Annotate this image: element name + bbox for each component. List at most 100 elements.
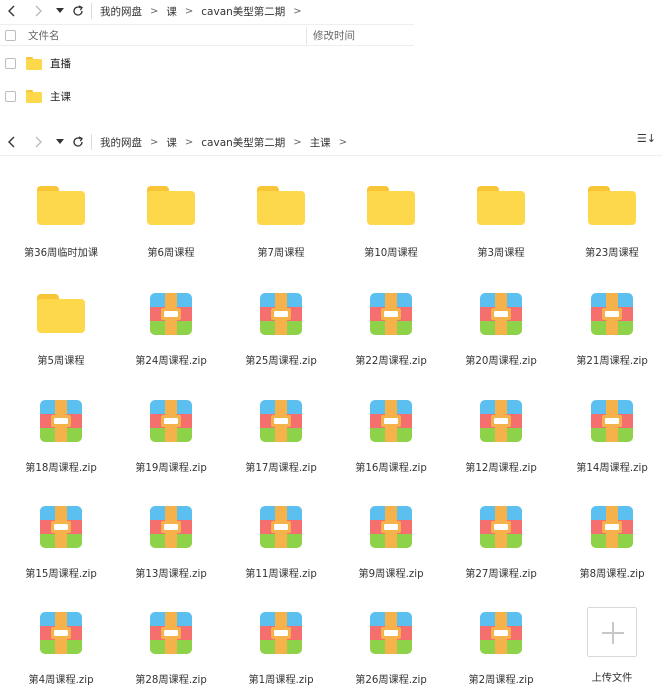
- select-all-checkbox[interactable]: [5, 29, 16, 41]
- grid-item-label: 第20周课程.zip: [465, 356, 537, 367]
- breadcrumb-arrow-icon[interactable]: >: [185, 137, 193, 148]
- breadcrumb-arrow-icon[interactable]: >: [150, 137, 158, 148]
- zip-archive-icon: [37, 397, 85, 445]
- history-button[interactable]: [51, 2, 69, 20]
- grid-item[interactable]: 第23周课程: [562, 178, 662, 278]
- zip-archive-icon: [257, 290, 305, 338]
- breadcrumb-arrow-icon[interactable]: >: [185, 6, 193, 17]
- grid-item[interactable]: 第22周课程.zip: [341, 286, 441, 386]
- list-item-label: 主课: [50, 90, 71, 103]
- grid-item[interactable]: 第4周课程.zip: [11, 605, 111, 687]
- breadcrumb-item[interactable]: 我的网盘: [100, 135, 142, 150]
- list-item[interactable]: 主课: [0, 83, 414, 109]
- chevron-right-icon: [35, 5, 42, 17]
- zip-archive-icon: [588, 290, 636, 338]
- grid-item[interactable]: 第3周课程: [451, 178, 551, 278]
- grid-item[interactable]: 第18周课程.zip: [11, 393, 111, 493]
- zip-archive-icon: [588, 397, 636, 445]
- grid-item-label: 第24周课程.zip: [135, 356, 207, 367]
- grid-item[interactable]: 第25周课程.zip: [231, 286, 331, 386]
- zip-archive-icon: [257, 609, 305, 657]
- grid-item[interactable]: 第1周课程.zip: [231, 605, 331, 687]
- forward-button[interactable]: [29, 133, 47, 151]
- grid-item[interactable]: 第21周课程.zip: [562, 286, 662, 386]
- refresh-button[interactable]: [69, 2, 87, 20]
- grid-item[interactable]: 第6周课程: [121, 178, 221, 278]
- zip-archive-icon: [37, 609, 85, 657]
- grid-item-label: 第13周课程.zip: [135, 569, 207, 580]
- column-header-modified[interactable]: 修改时间: [313, 28, 355, 43]
- row-checkbox[interactable]: [5, 57, 16, 69]
- grid-item[interactable]: 第2周课程.zip: [451, 605, 551, 687]
- grid-item[interactable]: 第20周课程.zip: [451, 286, 551, 386]
- breadcrumb: 我的网盘 > 课 > cavan美型第二期 >: [100, 4, 310, 19]
- grid-item[interactable]: 第7周课程: [231, 178, 331, 278]
- back-button[interactable]: [3, 2, 21, 20]
- grid-item[interactable]: 第36周临时加课: [11, 178, 111, 278]
- breadcrumb-arrow-icon[interactable]: >: [293, 6, 301, 17]
- grid-item-label: 第15周课程.zip: [25, 569, 97, 580]
- toolbar-separator: [91, 134, 92, 150]
- grid-item[interactable]: 第15周课程.zip: [11, 499, 111, 599]
- breadcrumb: 我的网盘 > 课 > cavan美型第二期 > 主课 >: [100, 135, 355, 150]
- grid-item[interactable]: 第11周课程.zip: [231, 499, 331, 599]
- column-header-name[interactable]: 文件名: [28, 28, 60, 43]
- breadcrumb-item[interactable]: 课: [166, 4, 177, 19]
- breadcrumb-item[interactable]: cavan美型第二期: [201, 135, 285, 150]
- grid-item-label: 第1周课程.zip: [248, 675, 314, 686]
- grid-item-label: 第4周课程.zip: [28, 675, 94, 686]
- folder-icon: [367, 182, 415, 230]
- list-item[interactable]: 直播: [0, 50, 414, 76]
- grid-item-label: 上传文件: [591, 673, 633, 684]
- refresh-button[interactable]: [69, 133, 87, 151]
- zip-archive-icon: [367, 397, 415, 445]
- grid-item[interactable]: 第5周课程: [11, 286, 111, 386]
- zip-archive-icon: [257, 503, 305, 551]
- grid-item-label: 第17周课程.zip: [245, 463, 317, 474]
- folder-icon: [26, 89, 42, 103]
- breadcrumb-item[interactable]: 主课: [310, 135, 331, 150]
- breadcrumb-item[interactable]: 我的网盘: [100, 4, 142, 19]
- grid-item-label: 第19周课程.zip: [135, 463, 207, 474]
- folder-icon: [37, 182, 85, 230]
- grid-item-label: 第27周课程.zip: [465, 569, 537, 580]
- folder-icon: [477, 182, 525, 230]
- forward-button[interactable]: [29, 2, 47, 20]
- grid-item[interactable]: 第10周课程: [341, 178, 441, 278]
- history-button[interactable]: [51, 133, 69, 151]
- grid-item[interactable]: 第8周课程.zip: [562, 499, 662, 599]
- list-item-label: 直播: [50, 57, 71, 70]
- grid-item[interactable]: 第9周课程.zip: [341, 499, 441, 599]
- grid-item-label: 第36周临时加课: [23, 248, 99, 259]
- grid-item[interactable]: 第27周课程.zip: [451, 499, 551, 599]
- grid-item[interactable]: 第19周课程.zip: [121, 393, 221, 493]
- zip-archive-icon: [477, 503, 525, 551]
- grid-item-label: 第9周课程.zip: [358, 569, 424, 580]
- view-toggle-button[interactable]: ☰↓: [637, 132, 656, 145]
- grid-item[interactable]: 第26周课程.zip: [341, 605, 441, 687]
- grid-item-label: 第11周课程.zip: [245, 569, 317, 580]
- grid-item[interactable]: 第17周课程.zip: [231, 393, 331, 493]
- column-divider[interactable]: [306, 27, 307, 45]
- chevron-right-icon: [35, 136, 42, 148]
- grid-item[interactable]: 第13周课程.zip: [121, 499, 221, 599]
- grid-item[interactable]: 第14周课程.zip: [562, 393, 662, 493]
- breadcrumb-arrow-icon[interactable]: >: [150, 6, 158, 17]
- grid-item[interactable]: 第28周课程.zip: [121, 605, 221, 687]
- upload-file-button[interactable]: 上传文件: [562, 605, 662, 687]
- caret-down-icon: [56, 139, 64, 144]
- back-button[interactable]: [3, 133, 21, 151]
- row-checkbox[interactable]: [5, 90, 16, 102]
- grid-item[interactable]: 第24周课程.zip: [121, 286, 221, 386]
- plus-icon: [587, 607, 637, 657]
- toolbar-divider: [0, 155, 662, 156]
- grid-item[interactable]: 第16周课程.zip: [341, 393, 441, 493]
- zip-archive-icon: [477, 609, 525, 657]
- grid-item[interactable]: 第12周课程.zip: [451, 393, 551, 493]
- grid-item-label: 第21周课程.zip: [576, 356, 648, 367]
- zip-archive-icon: [477, 290, 525, 338]
- breadcrumb-item[interactable]: 课: [166, 135, 177, 150]
- breadcrumb-item[interactable]: cavan美型第二期: [201, 4, 285, 19]
- breadcrumb-arrow-icon[interactable]: >: [339, 137, 347, 148]
- breadcrumb-arrow-icon[interactable]: >: [293, 137, 301, 148]
